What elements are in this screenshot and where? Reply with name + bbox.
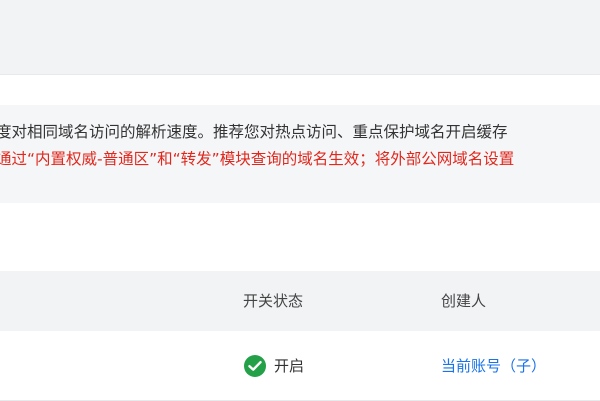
status-text: 开启 <box>274 357 305 375</box>
table-row: 开启 当前账号（子） <box>0 331 600 401</box>
notice-warning: 通过“内置权威-普通区”和“转发”模块查询的域名生效；将外部公网域名设置 <box>0 150 515 168</box>
main-content: 度对相同域名访问的解析速度。推荐您对热点访问、重点保护域名开启缓存 通过“内置权… <box>0 74 600 401</box>
top-background <box>0 0 600 74</box>
status-cell: 开启 <box>244 355 304 377</box>
check-circle-icon <box>244 355 266 377</box>
creator-link[interactable]: 当前账号（子） <box>441 356 546 376</box>
column-header-creator: 创建人 <box>441 292 487 310</box>
notice-description: 度对相同域名访问的解析速度。推荐您对热点访问、重点保护域名开启缓存 <box>0 123 508 141</box>
table-header: 开关状态 创建人 <box>0 271 600 331</box>
column-header-status: 开关状态 <box>243 292 304 310</box>
notice-banner: 度对相同域名访问的解析速度。推荐您对热点访问、重点保护域名开启缓存 通过“内置权… <box>0 105 600 203</box>
